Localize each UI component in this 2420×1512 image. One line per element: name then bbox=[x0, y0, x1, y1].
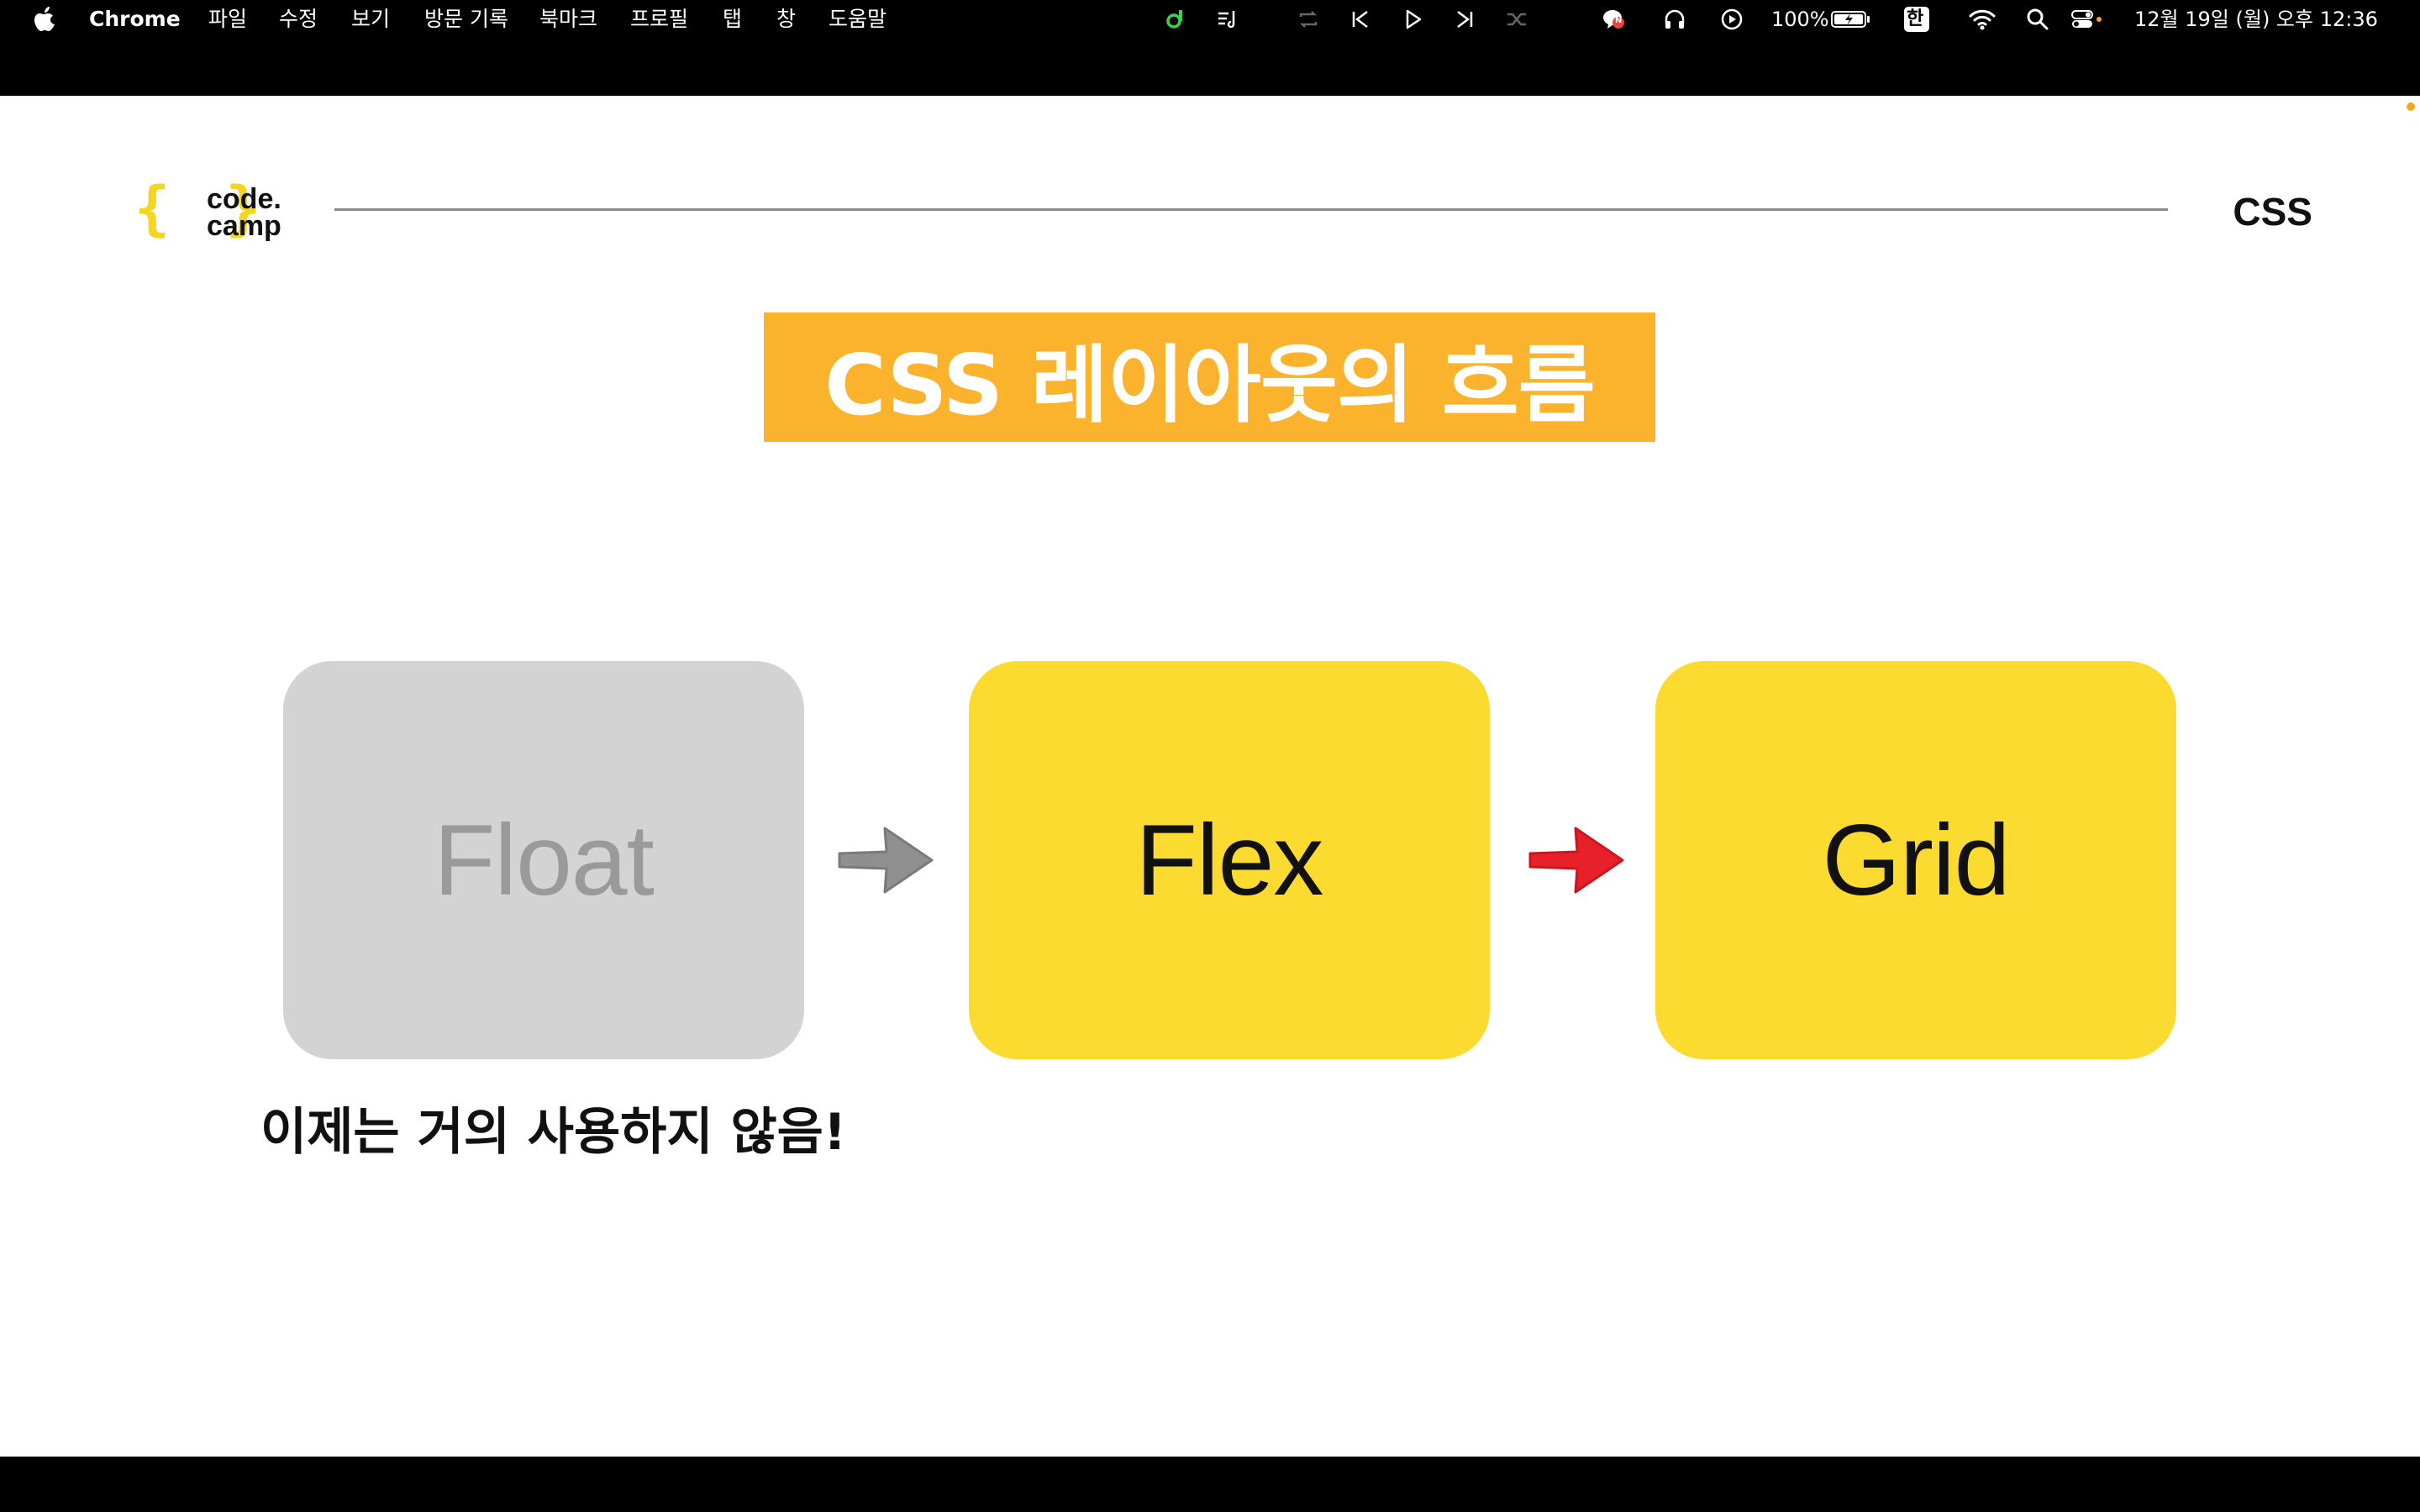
macos-menu-bar: Chrome 파일 수정 보기 방문 기록 북마크 프로필 탭 창 도움말 N … bbox=[0, 0, 2420, 39]
menu-app-name[interactable]: Chrome bbox=[89, 5, 181, 34]
card-float-label: Float bbox=[434, 804, 655, 916]
spotlight-search-icon[interactable] bbox=[2025, 7, 2050, 32]
shuffle-icon[interactable] bbox=[1504, 7, 1529, 32]
menu-edit[interactable]: 수정 bbox=[279, 5, 318, 34]
card-grid: Grid bbox=[1655, 661, 2176, 1059]
codecamp-logo: { } code. camp bbox=[134, 175, 294, 247]
play-icon[interactable] bbox=[1400, 7, 1425, 32]
repeat-icon[interactable] bbox=[1296, 7, 1321, 32]
menu-profiles[interactable]: 프로필 bbox=[630, 5, 688, 34]
card-flex: Flex bbox=[969, 661, 1490, 1059]
menu-help[interactable]: 도움말 bbox=[829, 5, 886, 34]
arrow-right-gray-icon bbox=[836, 822, 935, 899]
music-app-icon[interactable] bbox=[1163, 7, 1188, 32]
control-center-icon[interactable] bbox=[2070, 7, 2104, 32]
battery-icon[interactable] bbox=[1830, 7, 1872, 32]
logo-word-code: code. bbox=[207, 183, 281, 215]
previous-track-icon[interactable] bbox=[1348, 7, 1373, 32]
messenger-icon[interactable]: N bbox=[1600, 7, 1625, 32]
notification-badge: N bbox=[1615, 16, 1623, 25]
next-track-icon[interactable] bbox=[1452, 7, 1477, 32]
menu-bookmarks[interactable]: 북마크 bbox=[539, 5, 597, 34]
menu-file[interactable]: 파일 bbox=[208, 5, 247, 34]
card-flex-label: Flex bbox=[1135, 804, 1324, 916]
menu-window[interactable]: 창 bbox=[776, 5, 796, 34]
clock-datetime[interactable]: 12월 19일 (월) 오후 12:36 bbox=[2134, 5, 2378, 34]
slide-title: CSS 레이아웃의 흐름 bbox=[824, 335, 1595, 434]
logo-word-camp: camp bbox=[207, 210, 281, 242]
card-float: Float bbox=[283, 661, 804, 1059]
media-play-icon[interactable] bbox=[1719, 7, 1744, 32]
menu-tab[interactable]: 탭 bbox=[723, 5, 742, 34]
presentation-slide: { } code. camp CSS CSS 레이아웃의 흐름 Float Fl… bbox=[0, 96, 2420, 1457]
lyrics-icon[interactable] bbox=[1215, 7, 1240, 32]
header-divider bbox=[334, 208, 2168, 211]
wifi-icon[interactable] bbox=[1968, 7, 1996, 32]
menu-view[interactable]: 보기 bbox=[351, 5, 390, 34]
section-label: CSS bbox=[2233, 190, 2312, 234]
headphones-icon[interactable] bbox=[1662, 7, 1687, 32]
battery-percentage: 100% bbox=[1771, 8, 1829, 31]
input-method-icon[interactable]: 한 bbox=[1904, 7, 1929, 32]
card-grid-label: Grid bbox=[1822, 804, 2011, 916]
float-deprecated-note: 이제는 거의 사용하지 않음! bbox=[260, 1103, 847, 1162]
menu-history[interactable]: 방문 기록 bbox=[424, 5, 508, 34]
arrow-right-red-icon bbox=[1527, 822, 1626, 899]
recording-dot-icon bbox=[2407, 102, 2415, 111]
slide-title-banner: CSS 레이아웃의 흐름 bbox=[764, 312, 1655, 442]
apple-icon[interactable] bbox=[32, 5, 59, 34]
